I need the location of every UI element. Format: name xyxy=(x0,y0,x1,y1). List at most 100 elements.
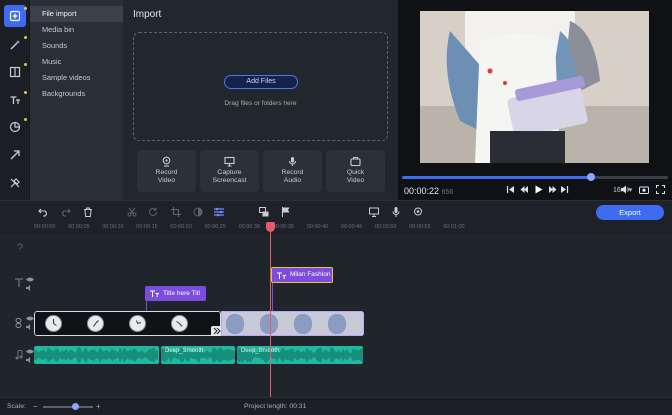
crop-icon[interactable] xyxy=(171,207,181,217)
trash-icon[interactable] xyxy=(83,207,93,217)
quick-video-line1: Quick xyxy=(346,169,365,176)
snapshot-icon[interactable] xyxy=(639,185,649,194)
audio-clip[interactable]: Deep_Smooth xyxy=(237,346,363,364)
ruler-tick: 00:00:00 xyxy=(34,224,56,230)
undo-icon[interactable] xyxy=(38,207,49,217)
video-clip-clocks[interactable] xyxy=(34,311,222,336)
notification-dot xyxy=(24,91,27,94)
ruler-tick: 00:00:45 xyxy=(340,224,363,230)
menu-item-sample-videos[interactable]: Sample videos xyxy=(30,70,123,86)
webcam-icon[interactable] xyxy=(413,207,423,217)
menu-item-music[interactable]: Music xyxy=(30,54,123,70)
import-tool-button[interactable] xyxy=(4,5,27,27)
microphone-icon[interactable] xyxy=(391,207,401,217)
menu-item-media-bin[interactable]: Media bin xyxy=(30,22,123,38)
record-audio-line2: Audio xyxy=(283,177,302,184)
preview-scrubber[interactable] xyxy=(402,173,668,181)
title-clip-selected[interactable]: Milan Fashion xyxy=(271,267,333,283)
video-track[interactable] xyxy=(34,311,364,336)
eye-icon[interactable] xyxy=(15,277,45,282)
video-clip-portraits[interactable] xyxy=(221,311,364,336)
color-adjust-icon[interactable] xyxy=(193,207,203,217)
webcam-icon xyxy=(162,156,171,167)
ruler-tick: 00:00:10 xyxy=(102,224,124,230)
timecode-main: 00:00:22 xyxy=(404,186,440,196)
step-back-icon[interactable] xyxy=(520,185,529,194)
menu-item-sounds[interactable]: Sounds xyxy=(30,38,123,54)
arrow-icon xyxy=(10,150,20,160)
ruler-tick: 00:00:20 xyxy=(170,224,192,230)
ruler-tick: 00:00:15 xyxy=(136,224,158,230)
record-video-button[interactable]: Record Video xyxy=(137,150,196,192)
scissors-icon[interactable] xyxy=(127,207,137,217)
timeline-tracks: Title here Titl Milan Fashion Deep_Smoot… xyxy=(0,234,672,397)
capture-screencast-button[interactable]: Capture Screencast xyxy=(200,150,259,192)
menu-item-file-import[interactable]: File import xyxy=(30,6,123,22)
timeline-ruler[interactable]: 00:00:00 00:00:05 00:00:10 00:00:15 00:00:20… xyxy=(0,222,672,234)
screen-record-icon[interactable] xyxy=(369,207,379,217)
speaker-icon[interactable] xyxy=(15,285,45,291)
record-video-line2: Video xyxy=(157,177,176,184)
title-clip-connector xyxy=(146,301,147,311)
quick-video-button[interactable]: Quick Video xyxy=(326,150,385,192)
title-clip-label: Milan Fashion xyxy=(290,271,331,278)
status-bar: Scale: − + Project length: 00:31 xyxy=(0,397,672,415)
marker-flag-icon[interactable] xyxy=(281,207,291,217)
rotate-icon[interactable] xyxy=(148,207,158,217)
zoom-in-icon[interactable]: + xyxy=(96,402,101,411)
add-track-icon[interactable] xyxy=(5,243,35,253)
zoom-out-icon[interactable]: − xyxy=(33,402,38,411)
capture-screencast-line1: Capture xyxy=(217,169,242,176)
audio-clip[interactable] xyxy=(34,346,159,364)
scale-label: Scale: xyxy=(7,403,26,410)
waveform xyxy=(34,347,158,363)
play-icon[interactable] xyxy=(534,185,543,194)
export-button[interactable]: Export xyxy=(596,205,664,220)
tools-icon xyxy=(10,178,20,188)
titles-tool-button[interactable] xyxy=(4,89,27,111)
clip-thumbnail xyxy=(87,315,104,332)
clip-thumbnail xyxy=(328,314,346,334)
title-clip[interactable]: Title here Titl xyxy=(145,286,206,301)
record-audio-button[interactable]: Record Audio xyxy=(263,150,322,192)
ruler-tick: 00:00:40 xyxy=(306,224,329,230)
step-forward-icon[interactable] xyxy=(548,185,557,194)
skip-back-icon[interactable] xyxy=(506,185,515,194)
callouts-tool-button[interactable] xyxy=(4,144,26,166)
quick-video-icon xyxy=(350,156,361,167)
clip-thumbnail xyxy=(171,315,188,332)
clip-properties-icon[interactable] xyxy=(214,207,224,217)
project-length-label: Project length: xyxy=(244,403,288,410)
transitions-tool-button[interactable] xyxy=(4,61,27,83)
scale-slider-handle[interactable] xyxy=(72,403,79,410)
playhead[interactable] xyxy=(270,222,271,397)
ruler-tick: 00:00:50 xyxy=(375,224,397,230)
preview-panel: 00:00:22 656 16:9 ▾ xyxy=(398,0,672,200)
filters-tool-button[interactable] xyxy=(4,34,27,56)
video-preview[interactable] xyxy=(420,11,649,163)
overlay-icon[interactable] xyxy=(259,207,269,217)
drop-hint: Drag files or folders here xyxy=(224,100,297,107)
clip-thumbnail xyxy=(260,314,278,334)
stickers-tool-button[interactable] xyxy=(4,116,27,138)
playhead-handle[interactable] xyxy=(266,222,275,232)
fullscreen-icon[interactable] xyxy=(656,185,665,194)
redo-icon[interactable] xyxy=(60,207,71,217)
capture-screencast-line2: Screencast xyxy=(212,177,247,184)
scale-slider[interactable] xyxy=(43,406,93,408)
add-files-button[interactable]: Add Files xyxy=(224,75,298,89)
volume-icon[interactable] xyxy=(620,185,630,194)
menu-item-backgrounds[interactable]: Backgrounds xyxy=(30,86,123,102)
title-clip-connector xyxy=(272,283,273,311)
audio-clip[interactable]: Deep_Smooth xyxy=(161,346,235,364)
record-audio-line1: Record xyxy=(281,169,304,176)
ruler-tick: 00:00:25 xyxy=(204,224,226,230)
notification-dot xyxy=(24,36,27,39)
stickers-icon xyxy=(9,121,21,133)
import-title: Import xyxy=(133,9,162,20)
skip-forward-icon[interactable] xyxy=(560,185,569,194)
more-tools-button[interactable] xyxy=(4,172,26,194)
drop-zone[interactable]: Add Files Drag files or folders here xyxy=(133,32,388,141)
scrubber-handle[interactable] xyxy=(586,173,595,181)
ruler-tick: 00:01:00 xyxy=(443,224,465,230)
